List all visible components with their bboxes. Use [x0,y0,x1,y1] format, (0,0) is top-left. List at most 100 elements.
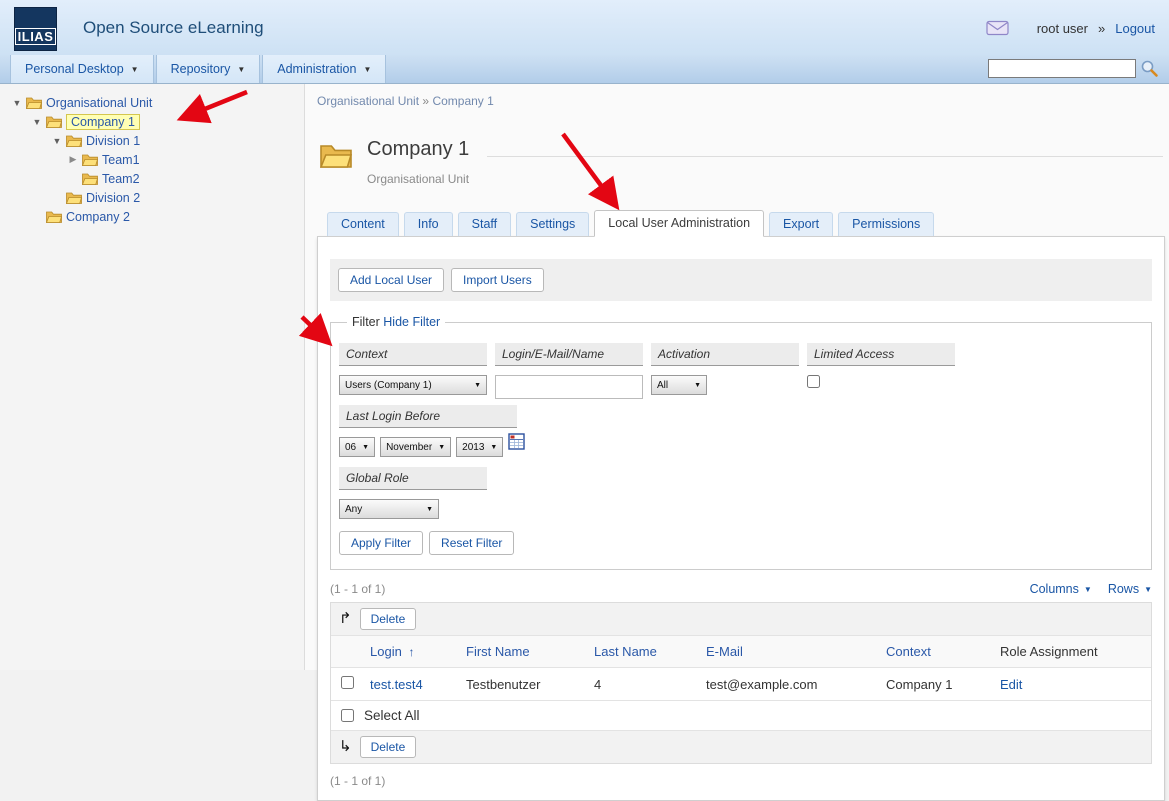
delete-button-bottom[interactable]: Delete [360,736,417,758]
tree-collapse-icon[interactable]: ▼ [28,117,46,127]
nav-personal-desktop[interactable]: Personal Desktop ▼ [10,55,154,83]
rows-menu[interactable]: Rows ▼ [1108,582,1152,596]
context-select[interactable]: Users (Company 1) ▼ [339,375,487,395]
tree-item-division-2[interactable]: Division 2 [86,191,140,205]
breadcrumb-company-1[interactable]: Company 1 [432,94,493,108]
tree-collapse-icon[interactable]: ▼ [8,98,26,108]
tab-content-panel: Add Local User Import Users Filter Hide … [317,236,1165,801]
top-header: ILIAS Open Source eLearning root user » … [0,0,1169,55]
column-header-role-assignment: Role Assignment [994,636,1151,667]
tab-permissions[interactable]: Permissions [838,212,934,236]
global-role-select[interactable]: Any ▼ [339,499,439,519]
select-all-checkbox[interactable] [341,709,354,722]
filter-context-label: Context [339,343,487,366]
breadcrumb-separator: » [422,94,429,108]
result-range-bottom: (1 - 1 of 1) [330,774,1152,788]
activation-select[interactable]: All ▼ [651,375,707,395]
tree-item-team2[interactable]: Team2 [102,172,140,186]
chevron-down-icon: ▼ [1084,585,1092,594]
ilias-logo[interactable]: ILIAS [14,7,57,51]
table-header-row: Login ↑ First Name Last Name E-Mail Cont… [331,635,1151,667]
tab-settings[interactable]: Settings [516,212,589,236]
chevron-down-icon: ▼ [131,65,139,74]
day-select[interactable]: 06 ▼ [339,437,375,457]
filter-legend: Filter [352,315,380,329]
nav-repository-label: Repository [171,62,231,76]
tab-info[interactable]: Info [404,212,453,236]
search-input[interactable] [988,59,1136,78]
apply-filter-button[interactable]: Apply Filter [339,531,423,555]
nav-personal-desktop-label: Personal Desktop [25,62,124,76]
select-all-label: Select All [364,708,420,723]
column-header-login[interactable]: Login ↑ [364,636,460,667]
breadcrumb-organisational-unit[interactable]: Organisational Unit [317,94,419,108]
import-users-button[interactable]: Import Users [451,268,544,292]
main-navbar: Personal Desktop ▼ Repository ▼ Administ… [0,55,1169,84]
tree-collapse-icon[interactable]: ▼ [48,136,66,146]
tree-item-team1[interactable]: Team1 [102,153,140,167]
page-subtitle: Organisational Unit [367,172,1165,186]
header-separator: » [1098,21,1105,36]
folder-icon [319,140,353,186]
delete-button-top[interactable]: Delete [360,608,417,630]
column-header-context[interactable]: Context [880,636,994,667]
role-assignment-edit-link[interactable]: Edit [994,669,1151,700]
add-local-user-button[interactable]: Add Local User [338,268,444,292]
table-row: test.test4 Testbenutzer 4 test@example.c… [331,667,1151,700]
tree-expand-icon[interactable]: ▶ [64,154,82,165]
chevron-down-icon: ▼ [1144,585,1152,594]
user-email: test@example.com [700,669,880,700]
column-header-last-name[interactable]: Last Name [588,636,700,667]
reset-filter-button[interactable]: Reset Filter [429,531,514,555]
folder-icon [26,95,42,111]
apply-to-selection-up-icon: ↱ [339,613,352,625]
column-header-first-name[interactable]: First Name [460,636,588,667]
login-email-name-input[interactable] [495,375,643,399]
limited-access-checkbox[interactable] [807,375,820,388]
hide-filter-link[interactable]: Hide Filter [383,315,440,329]
chevron-down-icon: ▼ [237,65,245,74]
tab-local-user-administration[interactable]: Local User Administration [594,210,764,237]
year-select[interactable]: 2013 ▼ [456,437,503,457]
folder-icon [82,152,98,168]
row-select-checkbox[interactable] [341,676,354,689]
chevron-down-icon: ▼ [490,444,497,451]
folder-icon [46,114,62,130]
search-button[interactable] [1140,59,1159,78]
calendar-icon[interactable] [508,433,525,453]
nav-administration[interactable]: Administration ▼ [262,55,386,83]
title-divider [487,156,1163,157]
tree-item-company-2[interactable]: Company 2 [66,210,130,224]
month-select[interactable]: November ▼ [380,437,451,457]
tab-staff[interactable]: Staff [458,212,511,236]
filter-login-label: Login/E-Mail/Name [495,343,643,366]
username-label: root user [1037,21,1088,36]
logout-link[interactable]: Logout [1115,21,1155,36]
filter-activation-label: Activation [651,343,799,366]
nav-repository[interactable]: Repository ▼ [156,55,261,83]
chevron-down-icon: ▼ [694,382,701,389]
tree-item-organisational-unit[interactable]: Organisational Unit [46,96,152,110]
filter-last-login-label: Last Login Before [339,405,517,428]
tab-export[interactable]: Export [769,212,833,236]
chevron-down-icon: ▼ [438,444,445,451]
action-toolbar: Add Local User Import Users [330,259,1152,301]
column-header-email[interactable]: E-Mail [700,636,880,667]
tree-item-company-1[interactable]: Company 1 [66,114,140,130]
mail-icon[interactable] [986,20,1009,36]
filter-limited-access-label: Limited Access [807,343,955,366]
nav-administration-label: Administration [277,62,356,76]
user-first-name: Testbenutzer [460,669,588,700]
filter-global-role-label: Global Role [339,467,487,490]
tab-content[interactable]: Content [327,212,399,236]
tree-item-division-1[interactable]: Division 1 [86,134,140,148]
columns-menu[interactable]: Columns ▼ [1030,582,1092,596]
chevron-down-icon: ▼ [362,444,369,451]
user-context: Company 1 [880,669,994,700]
folder-icon [66,190,82,206]
app-title: Open Source eLearning [83,18,264,38]
page-title: Company 1 [367,138,469,161]
user-last-name: 4 [588,669,700,700]
ilias-logo-text: ILIAS [15,28,57,45]
user-login-link[interactable]: test.test4 [364,669,460,700]
